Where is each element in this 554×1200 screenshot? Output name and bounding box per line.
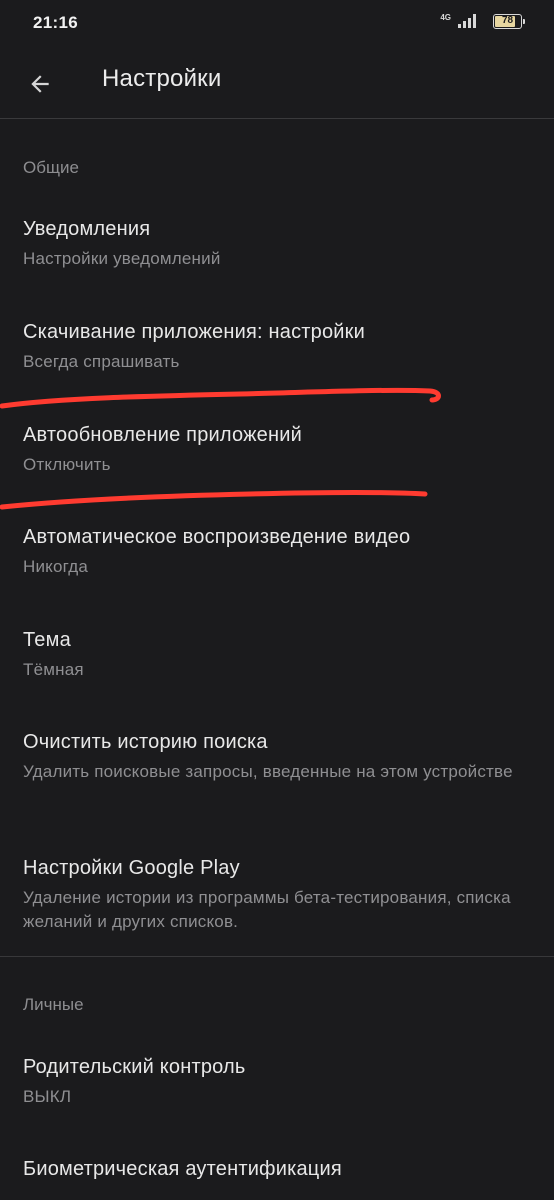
settings-item-auto-update[interactable]: Автообновление приложений Отключить bbox=[0, 424, 554, 504]
section-header-general: Общие bbox=[23, 158, 79, 177]
section-divider bbox=[0, 956, 554, 957]
settings-item-clear-history[interactable]: Очистить историю поиска Удалить поисковы… bbox=[0, 731, 554, 831]
item-subtitle: Удаление истории из программы бета-тести… bbox=[23, 888, 511, 931]
settings-item-app-download[interactable]: Скачивание приложения: настройки Всегда … bbox=[0, 321, 554, 401]
item-subtitle: Тёмная bbox=[23, 660, 84, 679]
settings-item-google-play[interactable]: Настройки Google Play Удаление истории и… bbox=[0, 857, 554, 957]
item-subtitle: Настройки уведомлений bbox=[23, 249, 221, 268]
item-subtitle: Удалить поисковые запросы, введенные на … bbox=[23, 762, 513, 781]
settings-item-theme[interactable]: Тема Тёмная bbox=[0, 629, 554, 709]
item-title: Автообновление приложений bbox=[23, 424, 302, 446]
battery-tip bbox=[523, 18, 525, 24]
settings-item-biometric[interactable]: Биометрическая аутентификация bbox=[0, 1158, 554, 1200]
battery-level: 78 bbox=[501, 14, 514, 26]
item-subtitle: Отключить bbox=[23, 455, 111, 474]
signal-icon bbox=[458, 14, 476, 28]
item-title: Биометрическая аутентификация bbox=[23, 1158, 342, 1180]
item-title: Автоматическое воспроизведение видео bbox=[23, 526, 411, 548]
arrow-back-icon bbox=[31, 75, 49, 93]
item-title: Родительский контроль bbox=[23, 1056, 246, 1078]
status-icons: 4G 78 bbox=[440, 13, 525, 29]
item-title: Очистить историю поиска bbox=[23, 731, 268, 753]
item-subtitle: Никогда bbox=[23, 557, 89, 576]
item-title: Тема bbox=[23, 629, 71, 651]
status-bar: 21:16 4G 78 bbox=[0, 0, 554, 50]
item-subtitle: ВЫКЛ bbox=[23, 1087, 72, 1106]
battery-icon: 78 bbox=[493, 13, 525, 29]
status-time: 21:16 bbox=[33, 13, 78, 32]
settings-item-notifications[interactable]: Уведомления Настройки уведомлений bbox=[0, 218, 554, 298]
page-title: Настройки bbox=[102, 65, 222, 92]
section-header-personal: Личные bbox=[23, 995, 84, 1014]
network-type: 4G bbox=[440, 13, 451, 22]
item-title: Скачивание приложения: настройки bbox=[23, 321, 365, 343]
item-title: Уведомления bbox=[23, 218, 151, 240]
back-button[interactable] bbox=[18, 62, 62, 106]
item-subtitle: Всегда спрашивать bbox=[23, 352, 180, 371]
app-bar: Настройки bbox=[0, 50, 554, 119]
settings-item-parental-control[interactable]: Родительский контроль ВЫКЛ bbox=[0, 1056, 554, 1136]
settings-item-autoplay-video[interactable]: Автоматическое воспроизведение видео Ник… bbox=[0, 526, 554, 606]
item-title: Настройки Google Play bbox=[23, 857, 240, 879]
